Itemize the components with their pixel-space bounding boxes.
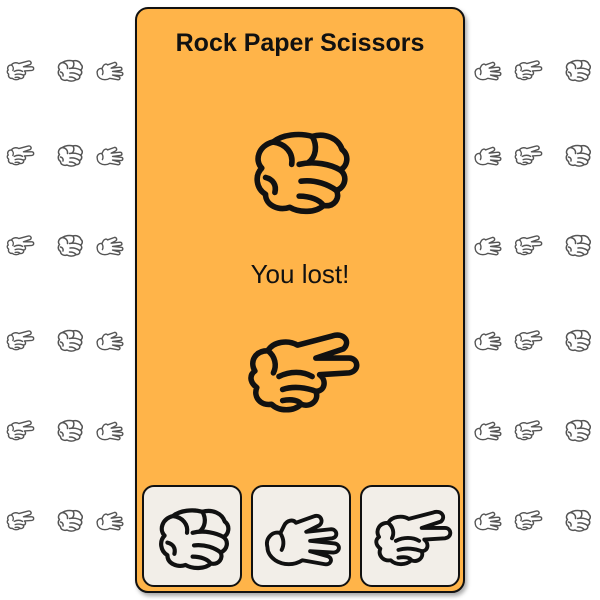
rock-fist-icon [55, 415, 85, 445]
paper-hand-icon [95, 325, 125, 355]
paper-hand-icon [95, 505, 125, 535]
scissors-hand-icon [5, 325, 35, 355]
scissors-hand-icon [513, 230, 543, 260]
rock-fist-icon [563, 415, 593, 445]
rock-fist-icon [563, 325, 593, 355]
rock-fist-icon [563, 55, 593, 85]
paper-button[interactable] [251, 485, 351, 587]
rock-fist-icon [563, 140, 593, 170]
result-text: You lost! [250, 259, 350, 289]
game-card: Rock Paper Scissors You lost! [135, 7, 465, 593]
paper-hand-icon [95, 55, 125, 85]
scissors-hand-icon [513, 415, 543, 445]
scissors-hand-icon [5, 55, 35, 85]
scissors-hand-icon [5, 230, 35, 260]
scissors-hand-icon [513, 55, 543, 85]
rock-fist-icon [55, 140, 85, 170]
paper-hand-icon [95, 230, 125, 260]
paper-hand-icon [473, 55, 503, 85]
rock-fist-icon [55, 55, 85, 85]
rock-fist-icon [152, 497, 236, 577]
rock-fist-icon [55, 230, 85, 260]
rock-fist-icon [563, 230, 593, 260]
scissors-hand-icon [370, 497, 454, 577]
paper-hand-icon [95, 415, 125, 445]
scissors-hand-icon [5, 415, 35, 445]
paper-hand-icon [473, 230, 503, 260]
scissors-button[interactable] [360, 485, 460, 587]
rock-button[interactable] [142, 485, 242, 587]
scissors-hand-icon [513, 140, 543, 170]
scissors-hand-icon [5, 505, 35, 535]
paper-hand-icon [473, 415, 503, 445]
game-title: Rock Paper Scissors [175, 29, 425, 57]
scissors-hand-icon [5, 140, 35, 170]
paper-hand-icon [95, 140, 125, 170]
scissors-hand-icon [513, 505, 543, 535]
rock-fist-icon [563, 505, 593, 535]
player-hand-scissors-icon [242, 321, 362, 421]
opponent-hand-rock-icon [245, 119, 357, 221]
rock-fist-icon [55, 325, 85, 355]
paper-hand-icon [473, 325, 503, 355]
paper-hand-icon [473, 505, 503, 535]
paper-hand-icon [261, 497, 345, 577]
scissors-hand-icon [513, 325, 543, 355]
rock-fist-icon [55, 505, 85, 535]
paper-hand-icon [473, 140, 503, 170]
